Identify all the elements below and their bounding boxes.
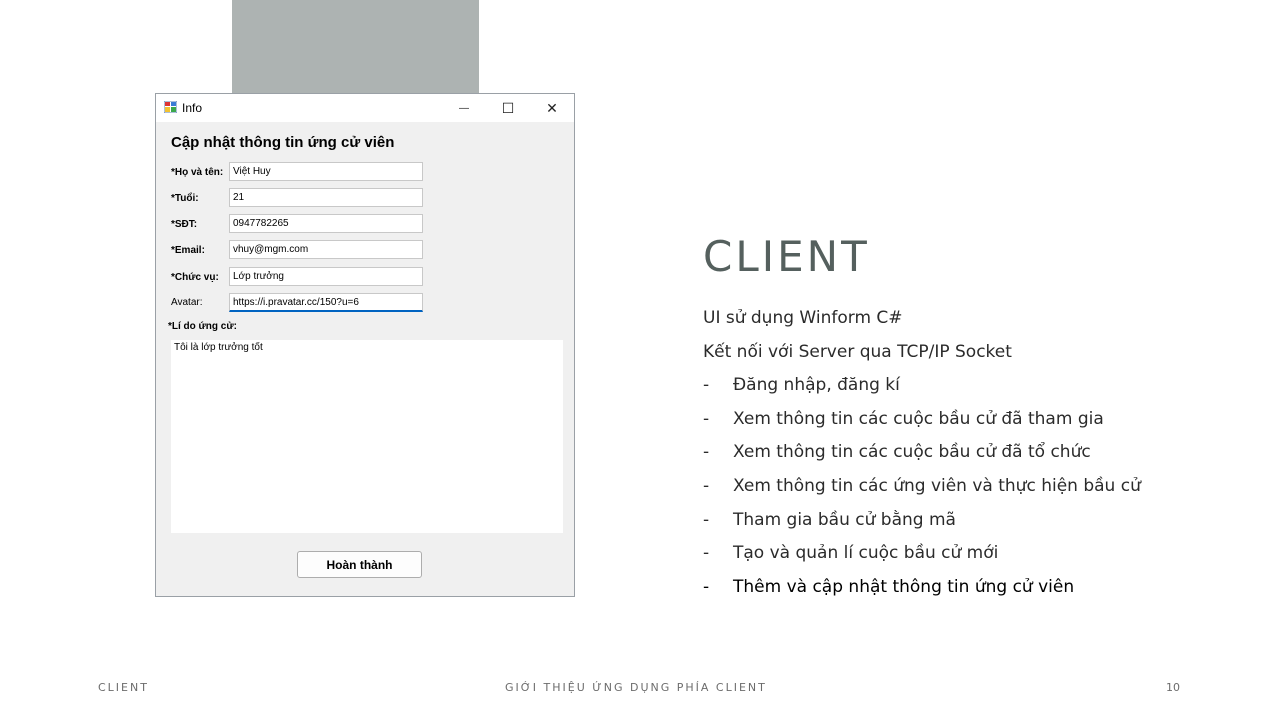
bullet-dash: - — [703, 576, 710, 597]
position-label: *Chức vụ: — [171, 272, 219, 283]
form-heading: Cập nhật thông tin ứng cử viên — [171, 134, 395, 151]
content-line: Kết nối với Server qua TCP/IP Socket — [703, 341, 1012, 362]
window-title: Info — [182, 101, 203, 115]
slide-title: CLIENT — [703, 232, 870, 281]
bullet-item: - Tạo và quản lí cuộc bầu cử mới — [703, 540, 1141, 574]
position-field[interactable]: Lớp trưởng — [229, 267, 423, 286]
email-field[interactable]: vhuy@mgm.com — [229, 240, 423, 259]
bullet-item-active: - Thêm và cập nhật thông tin ứng cử viên — [703, 574, 1141, 608]
info-window: Info — ☐ ✕ Cập nhật thông tin ứng cử viê… — [155, 93, 575, 597]
phone-field[interactable]: 0947782265 — [229, 214, 423, 233]
minimize-button[interactable]: — — [442, 94, 486, 122]
maximize-icon: ☐ — [501, 99, 515, 116]
footer-left: CLIENT — [98, 681, 149, 694]
close-button[interactable]: ✕ — [530, 94, 574, 122]
bullet-text: Thêm và cập nhật thông tin ứng cử viên — [733, 576, 1075, 597]
bullet-text: Tạo và quản lí cuộc bầu cử mới — [733, 543, 999, 564]
avatar-field[interactable]: https://i.pravatar.cc/150?u=6 — [229, 293, 423, 312]
name-field[interactable]: Việt Huy — [229, 162, 423, 181]
bullet-text: Xem thông tin các ứng viên và thực hiện … — [733, 475, 1141, 496]
avatar-label: Avatar: — [171, 297, 203, 308]
close-icon: ✕ — [546, 99, 558, 116]
bullet-dash: - — [703, 475, 710, 496]
bullet-dash: - — [703, 543, 710, 564]
content-line: UI sử dụng Winform C# — [703, 308, 903, 328]
decorative-gray-block — [232, 0, 479, 94]
reason-textarea[interactable]: Tôi là lớp trưởng tốt — [171, 340, 563, 533]
phone-label: *SĐT: — [171, 219, 198, 230]
bullet-item: - Xem thông tin các cuộc bầu cử đã tham g… — [703, 406, 1141, 440]
maximize-button[interactable]: ☐ — [486, 94, 530, 122]
page-number: 10 — [1166, 681, 1180, 694]
bullet-text: Tham gia bầu cử bằng mã — [733, 509, 956, 530]
bullet-dash: - — [703, 442, 710, 463]
window-titlebar[interactable]: Info — ☐ ✕ — [156, 94, 574, 122]
name-label: *Họ và tên: — [171, 167, 224, 178]
app-icon — [164, 101, 177, 113]
age-label: *Tuổi: — [171, 193, 199, 204]
bullet-text: Đăng nhập, đăng kí — [733, 375, 900, 396]
reason-label: *Lí do ứng cử: — [168, 321, 237, 332]
bullet-item: - Tham gia bầu cử bằng mã — [703, 507, 1141, 541]
bullet-dash: - — [703, 375, 710, 396]
bullet-item: - Đăng nhập, đăng kí — [703, 372, 1141, 406]
finish-button[interactable]: Hoàn thành — [297, 551, 422, 578]
bullet-dash: - — [703, 509, 710, 530]
bullet-dash: - — [703, 408, 710, 429]
bullet-text: Xem thông tin các cuộc bầu cử đã tổ chức — [733, 442, 1091, 463]
footer-center: GIỚI THIỆU ỨNG DỤNG PHÍA CLIENT — [505, 681, 767, 694]
bullet-item: - Xem thông tin các ứng viên và thực hiện… — [703, 473, 1141, 507]
slide-content: UI sử dụng Winform C# Kết nối với Server… — [703, 305, 1141, 607]
age-field[interactable]: 21 — [229, 188, 423, 207]
minimize-icon: — — [459, 102, 469, 114]
bullet-text: Xem thông tin các cuộc bầu cử đã tham gi… — [733, 408, 1104, 429]
email-label: *Email: — [171, 245, 205, 256]
bullet-item: - Xem thông tin các cuộc bầu cử đã tổ chứ… — [703, 439, 1141, 473]
